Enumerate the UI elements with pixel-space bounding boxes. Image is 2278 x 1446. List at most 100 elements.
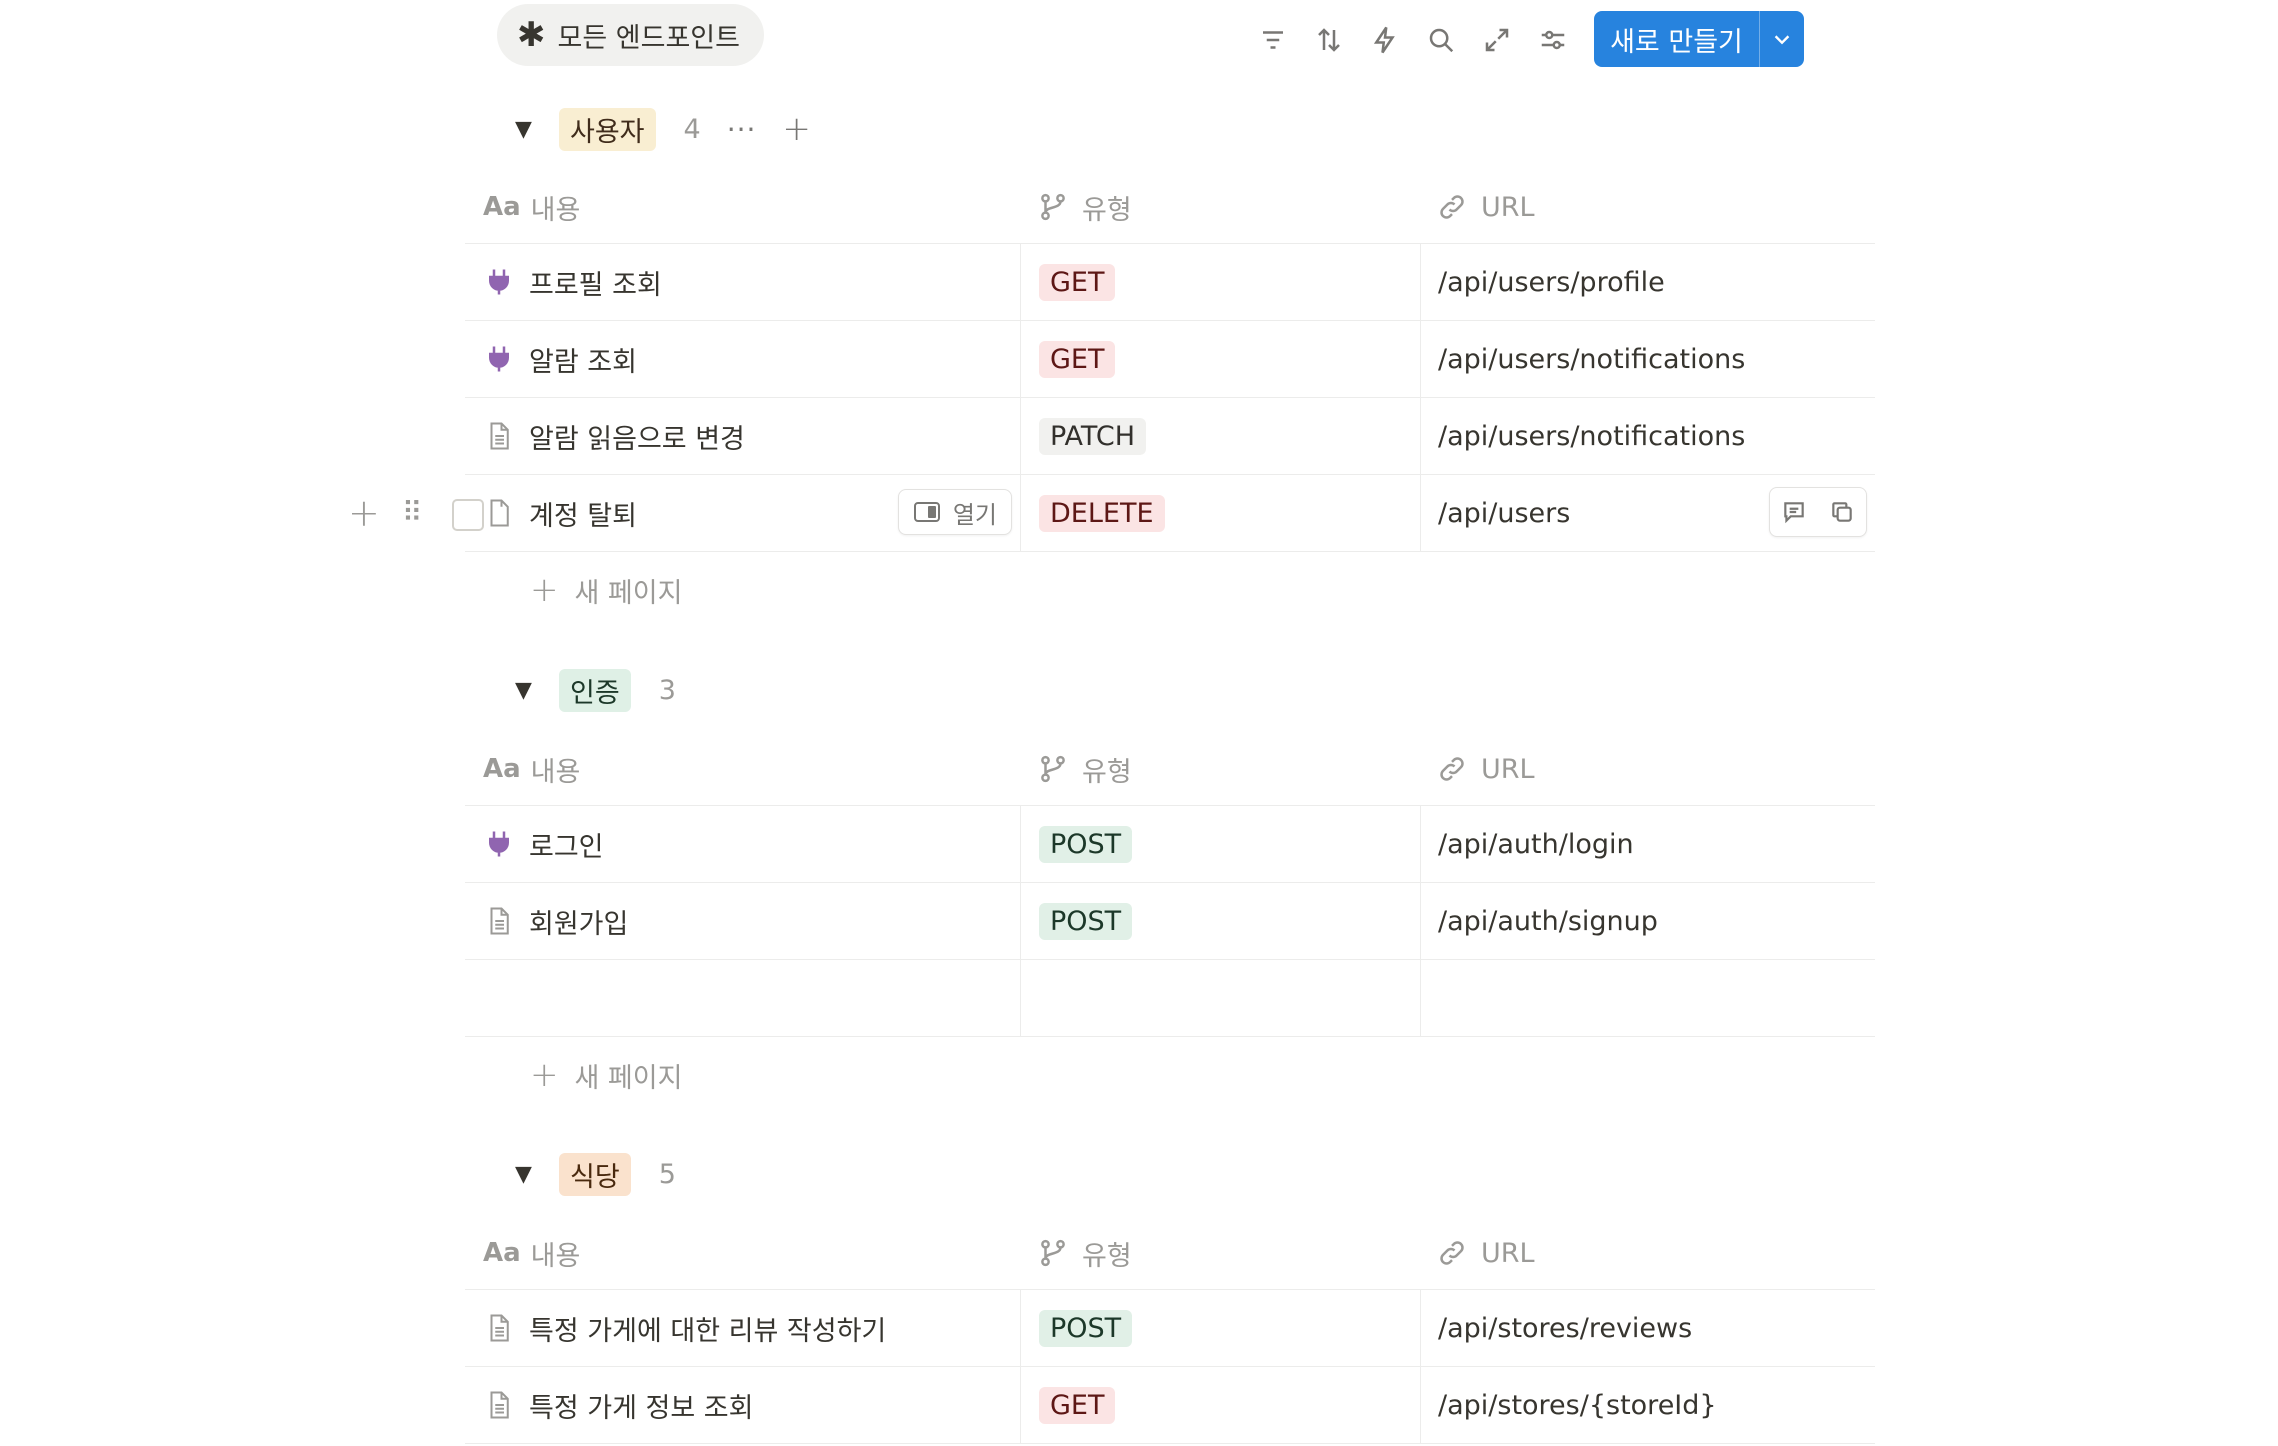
row-url[interactable]: /api/users/notifications xyxy=(1438,421,1745,452)
plug-icon xyxy=(483,266,515,298)
group-tag: 식당 xyxy=(559,1152,631,1196)
method-badge[interactable]: DELETE xyxy=(1039,494,1165,532)
row-name[interactable]: 프로필 조회 xyxy=(529,263,662,302)
table-header: Aa 내용 유형 URL xyxy=(465,733,1875,806)
row-url[interactable]: /api/auth/login xyxy=(1438,829,1634,860)
table-row-empty[interactable] xyxy=(465,960,1875,1037)
view-tab-label: 모든 엔드포인트 xyxy=(557,22,740,54)
link-icon xyxy=(1440,195,1464,219)
row-name[interactable]: 특정 가게 정보 조회 xyxy=(529,1386,753,1425)
plus-icon: + xyxy=(530,570,559,610)
copy-icon[interactable] xyxy=(1818,489,1866,535)
method-badge[interactable]: PATCH xyxy=(1039,417,1146,455)
plug-icon xyxy=(483,343,515,375)
link-icon xyxy=(1440,757,1464,781)
column-header-name[interactable]: Aa 내용 xyxy=(465,1217,1020,1289)
group-count: 5 xyxy=(658,1158,676,1190)
table-header: Aa 내용 유형 URL xyxy=(465,171,1875,244)
branch-icon xyxy=(1041,755,1065,783)
table-users: Aa 내용 유형 URL 프로필 조회 GET /api/users/profi… xyxy=(348,171,1875,628)
automation-icon[interactable] xyxy=(1357,12,1413,68)
drag-handle-icon[interactable]: ⠿ xyxy=(402,499,422,527)
row-url[interactable]: /api/auth/signup xyxy=(1438,906,1658,937)
branch-icon xyxy=(1041,1239,1065,1267)
collapse-toggle-icon[interactable]: ▼ xyxy=(515,1162,543,1187)
plus-icon: + xyxy=(530,1055,559,1095)
group-header-users: ▼ 사용자 4 ··· + xyxy=(515,107,811,151)
row-url[interactable]: /api/users/profile xyxy=(1438,267,1665,298)
column-header-url[interactable]: URL xyxy=(1420,1217,1875,1289)
document-icon xyxy=(483,1312,515,1344)
more-options-icon[interactable]: ··· xyxy=(727,113,757,146)
new-button-main[interactable]: 새로 만들기 xyxy=(1594,11,1760,67)
table-row[interactable]: 프로필 조회 GET /api/users/profile xyxy=(465,244,1875,321)
group-header-auth: ▼ 인증 3 xyxy=(515,668,676,712)
table-row[interactable]: 특정 가게 정보 조회 GET /api/stores/{storeId} xyxy=(465,1367,1875,1444)
new-button: 새로 만들기 xyxy=(1594,11,1804,67)
comment-icon[interactable] xyxy=(1770,489,1818,535)
column-header-type[interactable]: 유형 xyxy=(1020,733,1420,805)
document-icon xyxy=(483,905,515,937)
column-label: 내용 xyxy=(530,1240,581,1272)
new-page-label: 새 페이지 xyxy=(574,1062,683,1094)
filter-icon[interactable] xyxy=(1245,12,1301,68)
table-store: Aa 내용 유형 URL 특정 가게에 대한 리뷰 작성하기 POST /api… xyxy=(465,1217,1875,1444)
group-count: 4 xyxy=(683,113,701,145)
text-property-icon: Aa xyxy=(483,192,521,222)
table-row-hovered[interactable]: + ⠿ 계정 탈퇴 열기 DELETE /api/users xyxy=(348,475,1875,552)
column-header-url[interactable]: URL xyxy=(1420,171,1875,243)
table-row[interactable]: 회원가입 POST /api/auth/signup xyxy=(465,883,1875,960)
table-row[interactable]: 특정 가게에 대한 리뷰 작성하기 POST /api/stores/revie… xyxy=(465,1290,1875,1367)
collapse-toggle-icon[interactable]: ▼ xyxy=(515,117,543,142)
row-controls: + ⠿ xyxy=(348,475,422,551)
method-badge[interactable]: POST xyxy=(1039,825,1133,863)
add-icon[interactable]: + xyxy=(782,109,811,149)
asterisk-icon: ✱ xyxy=(517,15,546,55)
document-icon xyxy=(483,420,515,452)
document-icon xyxy=(483,497,515,529)
new-page-label: 새 페이지 xyxy=(574,577,683,609)
column-header-name[interactable]: Aa 내용 xyxy=(465,171,1020,243)
column-label: 유형 xyxy=(1082,1240,1132,1272)
new-page-button[interactable]: + 새 페이지 xyxy=(465,1037,1875,1113)
method-badge[interactable]: GET xyxy=(1039,340,1116,378)
row-name[interactable]: 알람 읽음으로 변경 xyxy=(529,417,745,456)
group-count: 3 xyxy=(658,674,676,706)
search-icon[interactable] xyxy=(1413,12,1469,68)
collapse-toggle-icon[interactable]: ▼ xyxy=(515,678,543,703)
chevron-down-icon[interactable] xyxy=(1760,11,1804,67)
settings-icon[interactable] xyxy=(1525,12,1581,68)
table-row[interactable]: 알람 읽음으로 변경 PATCH /api/users/notification… xyxy=(465,398,1875,475)
row-name[interactable]: 로그인 xyxy=(529,825,604,864)
method-badge[interactable]: POST xyxy=(1039,1309,1133,1347)
branch-icon xyxy=(1041,193,1065,221)
row-name[interactable]: 알람 조회 xyxy=(529,340,637,379)
add-row-icon[interactable]: + xyxy=(348,491,380,535)
expand-icon[interactable] xyxy=(1469,12,1525,68)
row-url[interactable]: /api/stores/{storeId} xyxy=(1438,1390,1717,1421)
table-header: Aa 내용 유형 URL xyxy=(465,1217,1875,1290)
new-page-button[interactable]: + 새 페이지 xyxy=(465,552,1875,628)
method-badge[interactable]: POST xyxy=(1039,902,1133,940)
row-url[interactable]: /api/users xyxy=(1438,498,1570,529)
side-peek-icon xyxy=(913,502,940,522)
database-toolbar xyxy=(1245,12,1581,68)
method-badge[interactable]: GET xyxy=(1039,263,1116,301)
row-name[interactable]: 회원가입 xyxy=(529,902,628,941)
view-tab-all-endpoints[interactable]: ✱ 모든 엔드포인트 xyxy=(497,4,764,66)
column-header-url[interactable]: URL xyxy=(1420,733,1875,805)
row-url[interactable]: /api/users/notifications xyxy=(1438,344,1745,375)
group-header-store: ▼ 식당 5 xyxy=(515,1152,676,1196)
table-row[interactable]: 로그인 POST /api/auth/login xyxy=(465,806,1875,883)
column-header-type[interactable]: 유형 xyxy=(1020,171,1420,243)
column-header-name[interactable]: Aa 내용 xyxy=(465,733,1020,805)
column-header-type[interactable]: 유형 xyxy=(1020,1217,1420,1289)
table-row[interactable]: 알람 조회 GET /api/users/notifications xyxy=(465,321,1875,398)
row-name[interactable]: 계정 탈퇴 xyxy=(529,494,637,533)
method-badge[interactable]: GET xyxy=(1039,1386,1116,1424)
sort-icon[interactable] xyxy=(1301,12,1357,68)
row-url[interactable]: /api/stores/reviews xyxy=(1438,1313,1692,1344)
open-button[interactable]: 열기 xyxy=(897,489,1012,535)
group-tag: 사용자 xyxy=(559,107,656,151)
row-name[interactable]: 특정 가게에 대한 리뷰 작성하기 xyxy=(529,1309,886,1348)
